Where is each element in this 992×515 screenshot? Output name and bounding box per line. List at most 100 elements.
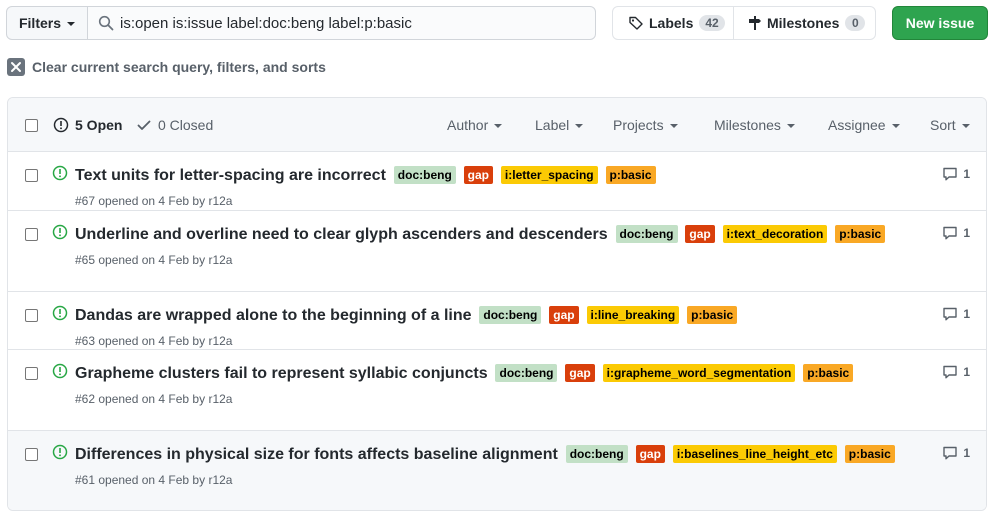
label-gap[interactable]: gap [565, 364, 595, 382]
issue-checkbox[interactable] [25, 367, 38, 380]
issue-title-link[interactable]: Text units for letter-spacing are incorr… [75, 167, 386, 184]
projects-filter[interactable]: Projects [613, 98, 678, 152]
issue-title-line: Dandas are wrapped alone to the beginnin… [75, 302, 935, 329]
milestones-link[interactable]: Milestones 0 [734, 7, 875, 39]
labels-milestones-group: Labels 42 Milestones 0 [612, 6, 876, 40]
issue-opened-icon [52, 444, 68, 460]
comment-count: 1 [963, 167, 970, 181]
issue-row: Differences in physical size for fonts a… [8, 431, 986, 510]
issue-title-line: Differences in physical size for fonts a… [75, 441, 935, 468]
label-doc-beng[interactable]: doc:beng [479, 306, 542, 324]
label-p-basic[interactable]: p:basic [605, 166, 656, 184]
issue-row: Text units for letter-spacing are incorr… [8, 152, 986, 211]
issue-title-line: Text units for letter-spacing are incorr… [75, 162, 935, 189]
issue-body: Differences in physical size for fonts a… [75, 441, 935, 489]
label-filter[interactable]: Label [535, 98, 584, 152]
label-gap[interactable]: gap [549, 306, 579, 324]
assignee-filter[interactable]: Assignee [828, 98, 900, 152]
comments-link[interactable]: 1 [942, 364, 970, 380]
milestones-filter[interactable]: Milestones [714, 98, 795, 152]
label-i-grapheme-word-segmentation[interactable]: i:grapheme_word_segmentation [602, 364, 796, 382]
chevron-down-icon [669, 124, 678, 128]
comment-icon [943, 307, 958, 321]
issue-title-line: Grapheme clusters fail to represent syll… [75, 360, 935, 387]
issue-title-link[interactable]: Underline and overline need to clear gly… [75, 226, 608, 243]
milestones-filter-label: Milestones [714, 117, 781, 133]
chevron-down-icon [67, 22, 75, 26]
issue-meta: #61 opened on 4 Feb by r12a [75, 473, 233, 487]
tag-icon [629, 16, 643, 30]
label-i-text-decoration[interactable]: i:text_decoration [722, 225, 828, 243]
issue-meta: #65 opened on 4 Feb by r12a [75, 253, 233, 267]
issue-opened-icon [53, 117, 69, 133]
issue-checkbox[interactable] [25, 309, 38, 322]
issue-row: Dandas are wrapped alone to the beginnin… [8, 292, 986, 350]
issue-meta: #62 opened on 4 Feb by r12a [75, 392, 233, 406]
issue-title-link[interactable]: Dandas are wrapped alone to the beginnin… [75, 307, 472, 324]
issue-meta: #63 opened on 4 Feb by r12a [75, 334, 233, 348]
issue-checkbox[interactable] [25, 228, 38, 241]
issue-checkbox[interactable] [25, 169, 38, 182]
label-doc-beng[interactable]: doc:beng [565, 445, 628, 463]
issue-checkbox[interactable] [25, 448, 38, 461]
closed-count-label: 0 Closed [158, 117, 214, 133]
comments-link[interactable]: 1 [942, 225, 970, 241]
closed-issues-toggle[interactable]: 0 Closed [136, 98, 213, 152]
sort-filter[interactable]: Sort [930, 98, 970, 152]
issue-body: Text units for letter-spacing are incorr… [75, 162, 935, 210]
comment-icon [943, 167, 958, 181]
x-icon [7, 58, 25, 76]
label-gap[interactable]: gap [463, 166, 494, 184]
assignee-filter-label: Assignee [828, 117, 886, 133]
new-issue-button[interactable]: New issue [892, 6, 988, 40]
label-i-line-breaking[interactable]: i:line_breaking [586, 306, 680, 324]
comment-count: 1 [963, 365, 970, 379]
issue-opened-icon [52, 363, 68, 379]
issue-opened-icon [52, 165, 68, 181]
comment-icon [943, 446, 958, 460]
issue-opened-icon [52, 305, 68, 321]
search-icon [98, 15, 114, 31]
labels-count: 42 [699, 15, 725, 31]
issue-title-link[interactable]: Grapheme clusters fail to represent syll… [75, 365, 488, 382]
filters-button[interactable]: Filters [6, 6, 88, 40]
issue-row: Underline and overline need to clear gly… [8, 211, 986, 292]
issues-list-header: 5 Open 0 Closed Author Label Projects Mi… [8, 98, 986, 152]
label-doc-beng[interactable]: doc:beng [393, 166, 456, 184]
comments-link[interactable]: 1 [942, 306, 970, 322]
label-i-baselines-line-height-etc[interactable]: i:baselines_line_height_etc [672, 445, 837, 463]
label-gap[interactable]: gap [635, 445, 665, 463]
issues-list: 5 Open 0 Closed Author Label Projects Mi… [7, 97, 987, 511]
chevron-down-icon [891, 124, 900, 128]
label-p-basic[interactable]: p:basic [835, 225, 886, 243]
sort-filter-label: Sort [930, 117, 956, 133]
author-filter[interactable]: Author [447, 98, 503, 152]
label-doc-beng[interactable]: doc:beng [615, 225, 678, 243]
filters-label: Filters [18, 15, 61, 31]
label-gap[interactable]: gap [685, 225, 715, 243]
label-i-letter-spacing[interactable]: i:letter_spacing [500, 166, 598, 184]
issue-title-link[interactable]: Differences in physical size for fonts a… [75, 446, 558, 463]
chevron-down-icon [494, 124, 503, 128]
select-all-checkbox[interactable] [25, 119, 38, 132]
label-p-basic[interactable]: p:basic [687, 306, 738, 324]
chevron-down-icon [786, 124, 795, 128]
check-icon [137, 120, 151, 130]
open-count-label: 5 Open [75, 117, 123, 133]
issue-body: Dandas are wrapped alone to the beginnin… [75, 302, 935, 350]
clear-query-link[interactable]: Clear current search query, filters, and… [7, 57, 326, 77]
search-input[interactable] [120, 8, 595, 38]
open-issues-toggle[interactable]: 5 Open [53, 98, 122, 152]
labels-link[interactable]: Labels 42 [613, 7, 734, 39]
comment-icon [943, 365, 958, 379]
chevron-down-icon [961, 124, 970, 128]
issue-body: Grapheme clusters fail to represent syll… [75, 360, 935, 408]
search-box[interactable] [87, 6, 596, 40]
label-p-basic[interactable]: p:basic [844, 445, 895, 463]
comments-link[interactable]: 1 [942, 166, 970, 182]
comments-link[interactable]: 1 [942, 445, 970, 461]
comment-count: 1 [963, 307, 970, 321]
label-p-basic[interactable]: p:basic [803, 364, 854, 382]
label-doc-beng[interactable]: doc:beng [495, 364, 558, 382]
milestones-count: 0 [845, 15, 866, 31]
